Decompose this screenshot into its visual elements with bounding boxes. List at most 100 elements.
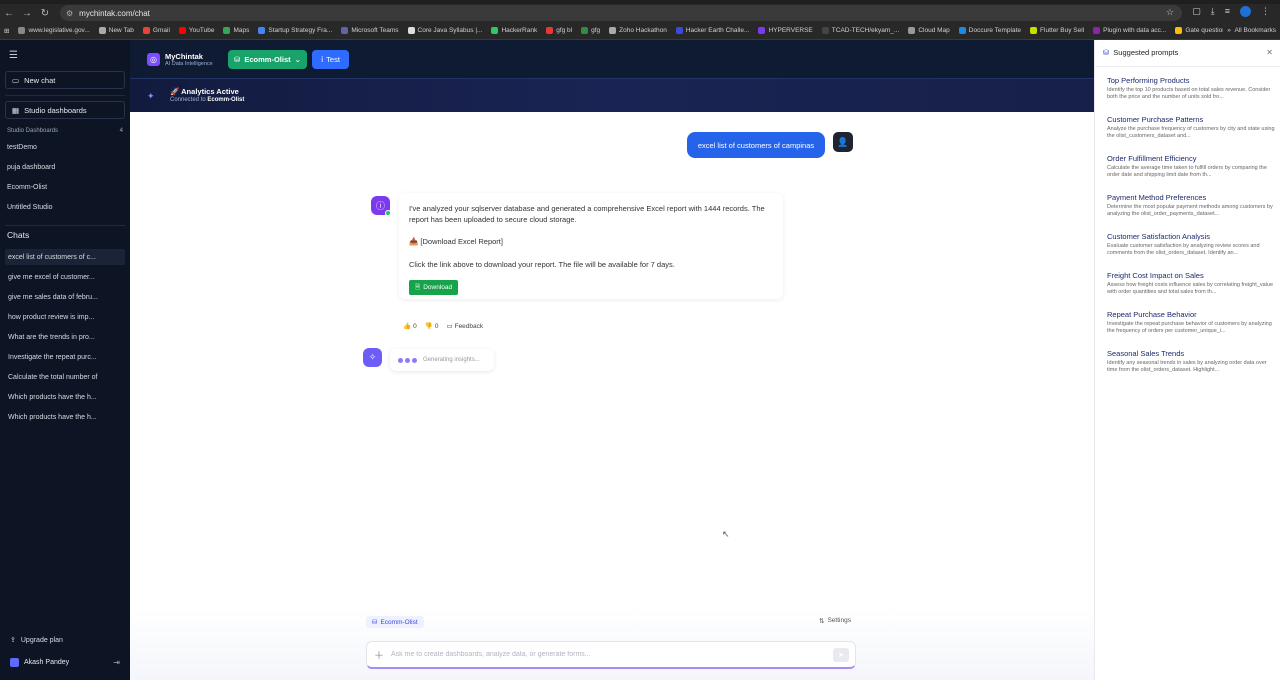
download-button[interactable]: 🗎 Download: [409, 280, 459, 295]
suggested-prompt[interactable]: Repeat Purchase Behavior Investigate the…: [1107, 310, 1275, 335]
mouse-cursor-icon: ↖: [722, 529, 730, 539]
download-report-link[interactable]: 📥 [Download Excel Report]: [409, 236, 773, 247]
suggested-prompt[interactable]: Seasonal Sales Trends Identify any seaso…: [1107, 349, 1275, 374]
bookmark-item[interactable]: Microsoft Teams: [341, 27, 399, 34]
close-icon[interactable]: ✕: [1266, 48, 1273, 57]
bookmark-item[interactable]: Plugin with data acc...: [1093, 27, 1166, 34]
suggested-prompt[interactable]: Top Performing Products Identify the top…: [1107, 76, 1275, 101]
suggested-prompt[interactable]: Customer Satisfaction Analysis Evaluate …: [1107, 232, 1275, 257]
menu-icon[interactable]: ⋮: [1261, 6, 1270, 17]
bookmark-item[interactable]: Hacker Earth Challe...: [675, 27, 749, 34]
bookmark-star-icon[interactable]: ☆: [1166, 7, 1174, 18]
suggested-prompt[interactable]: Order Fulfillment Efficiency Calculate t…: [1107, 154, 1275, 179]
user-profile[interactable]: Akash Pandey ⇥: [10, 658, 120, 667]
chat-history-item[interactable]: What are the trends in pro...: [5, 329, 125, 345]
extension-icons: ▢ ⤓ ≡ ⋮: [1192, 6, 1270, 17]
chat-history-item[interactable]: give me sales data of febru...: [5, 289, 125, 305]
back-icon[interactable]: ←: [0, 4, 18, 22]
chat-history-item[interactable]: Calculate the total number of: [5, 369, 125, 385]
new-chat-button[interactable]: ▭ New chat: [5, 71, 125, 89]
reload-icon[interactable]: ↻: [36, 4, 54, 22]
chat-history-item[interactable]: excel list of customers of c...: [5, 249, 125, 265]
chat-history-item[interactable]: how product review is imp...: [5, 309, 125, 325]
settings-button[interactable]: ⇅ Settings: [819, 617, 851, 625]
chat-history-item[interactable]: Which products have the h...: [5, 389, 125, 405]
thumbs-up-icon: 👍: [403, 323, 412, 330]
brand-logo-icon: ◎: [147, 53, 160, 66]
chat-history-item[interactable]: give me excel of customer...: [5, 269, 125, 285]
suggested-prompt[interactable]: Customer Purchase Patterns Analyze the p…: [1107, 115, 1275, 140]
download-icon[interactable]: ⤓: [1211, 6, 1215, 17]
bookmarks-bar: ⊞ www.legislative.gov... New Tab Gmail Y…: [0, 22, 1280, 40]
globe-icon: [98, 27, 106, 34]
bookmark-item[interactable]: Gate questions: [1175, 27, 1229, 34]
bookmark-item[interactable]: Startup Strategy Fra...: [258, 27, 332, 34]
bookmark-item[interactable]: New Tab: [98, 27, 134, 34]
chat-history-item[interactable]: Which products have the h...: [5, 409, 125, 425]
dashboard-link[interactable]: Untitled Studio: [7, 204, 53, 211]
bookmark-item[interactable]: gfg: [581, 27, 600, 34]
send-button[interactable]: ➤: [833, 647, 849, 662]
bookmark-item[interactable]: YouTube: [178, 27, 214, 34]
chevron-down-icon: ⌄: [294, 55, 301, 64]
profile-avatar[interactable]: [1240, 6, 1251, 17]
thumbs-down-button[interactable]: 👎 0: [425, 322, 439, 331]
all-bookmarks[interactable]: » All Bookmarks: [1223, 27, 1276, 34]
address-url: mychintak.com/chat: [79, 8, 150, 18]
bookmark-item[interactable]: Maps: [223, 27, 249, 34]
panel-header: ⛁ Suggested prompts ✕: [1103, 48, 1273, 57]
database-icon: ⛁: [372, 619, 378, 626]
logout-icon[interactable]: ⇥: [113, 658, 120, 667]
info-icon: ⅰ: [321, 55, 324, 64]
attach-plus-icon[interactable]: ＋: [367, 647, 391, 662]
brand-name: MyChintak: [165, 52, 203, 61]
bookmark-item[interactable]: TCAD-TECH/ekyam_...: [821, 27, 899, 34]
bookmark-item[interactable]: Zoho Hackathon: [609, 27, 667, 34]
extensions-icon[interactable]: ▢: [1192, 6, 1201, 17]
assistant-message: I've analyzed your sqlserver database an…: [399, 193, 783, 299]
bookmark-item[interactable]: Gmail: [142, 27, 170, 34]
doc-icon: [407, 27, 415, 34]
tab-search-icon[interactable]: ≡: [1225, 6, 1230, 17]
bookmark-item[interactable]: Flutter Buy Sell: [1030, 27, 1084, 34]
dashboard-link[interactable]: Ecomm-Olist: [7, 184, 47, 191]
file-icon: 🗎: [415, 284, 421, 291]
chat-history-item[interactable]: Investigate the repeat purc...: [5, 349, 125, 365]
globe-icon: [675, 27, 683, 34]
bookmark-item[interactable]: Cloud Map: [908, 27, 950, 34]
bookmark-item[interactable]: HYPERVERSE: [758, 27, 813, 34]
gfg-icon: [581, 27, 589, 34]
database-selector[interactable]: ⛁ Ecomm-Olist ⌄: [228, 50, 307, 69]
generating-indicator: Generating insights...: [390, 349, 494, 371]
bookmark-item[interactable]: Doccure Template: [958, 27, 1021, 34]
thumbs-up-button[interactable]: 👍 0: [403, 322, 417, 331]
dashboard-link[interactable]: puja dashboard: [7, 164, 55, 171]
test-button[interactable]: ⅰ Test: [312, 50, 349, 69]
forward-icon[interactable]: →: [18, 4, 36, 22]
chat-bubble-icon: ▭: [12, 75, 20, 85]
bookmark-item[interactable]: www.legislative.gov...: [18, 27, 90, 34]
address-bar[interactable]: ⚙ mychintak.com/chat ☆: [60, 5, 1182, 21]
message-input[interactable]: [391, 651, 833, 658]
suggested-prompt[interactable]: Freight Cost Impact on Sales Assess how …: [1107, 271, 1275, 296]
online-indicator: [385, 210, 391, 216]
bookmark-item[interactable]: Core Java Syllabus |...: [407, 27, 482, 34]
studio-dashboards-button[interactable]: ▦ Studio dashboards: [5, 101, 125, 119]
brand-subtitle: AI Data Intelligence: [165, 61, 213, 67]
database-chip[interactable]: ⛁ Ecomm-Olist: [366, 616, 424, 628]
youtube-icon: [178, 27, 186, 34]
sidebar-divider: [5, 225, 125, 226]
apps-grid-icon[interactable]: ⊞: [4, 27, 9, 35]
dashboard-link[interactable]: testDemo: [7, 144, 37, 151]
comment-icon: ▭: [446, 323, 453, 330]
gmail-icon: [142, 27, 150, 34]
upgrade-plan-button[interactable]: ⇪ Upgrade plan: [10, 636, 63, 645]
assistant-avatar-icon: ⓘ: [371, 196, 391, 216]
feedback-button[interactable]: ▭ Feedback: [446, 322, 483, 331]
suggested-prompt[interactable]: Payment Method Preferences Determine the…: [1107, 193, 1275, 218]
bookmark-item[interactable]: gfg bl: [546, 27, 572, 34]
user-message: excel list of customers of campinas: [687, 132, 825, 158]
bookmark-item[interactable]: HackerRank: [491, 27, 537, 34]
sidebar-toggle-icon[interactable]: ☰: [9, 50, 18, 61]
site-info-icon[interactable]: ⚙: [66, 9, 73, 18]
